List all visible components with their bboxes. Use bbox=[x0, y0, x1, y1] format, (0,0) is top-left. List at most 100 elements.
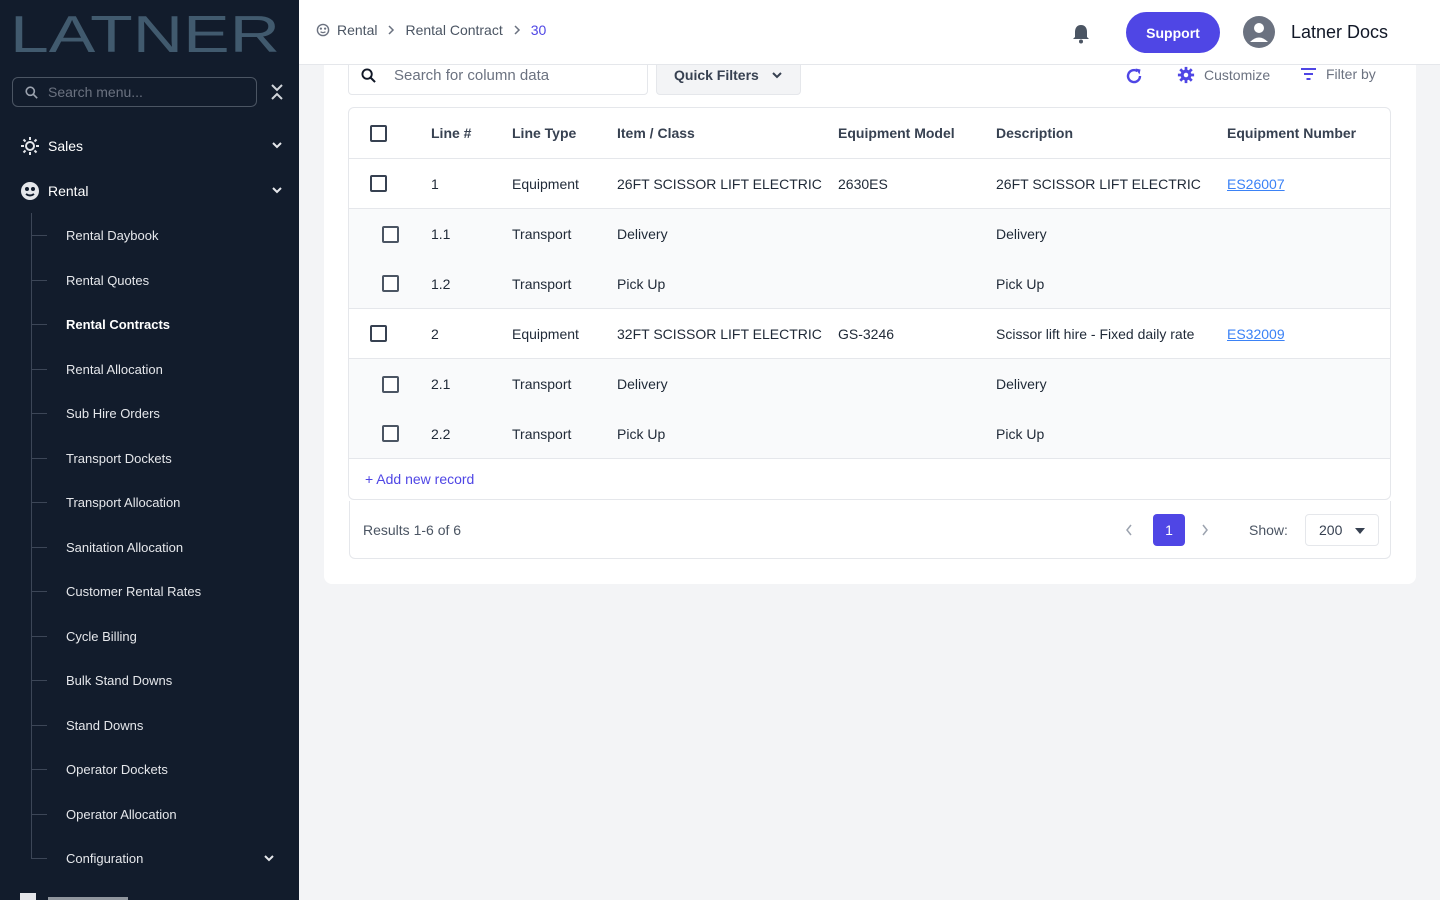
nav-item-rental-label: Rental bbox=[48, 183, 89, 199]
cell-line: 1.2 bbox=[431, 275, 451, 292]
collapse-sidebar-icon[interactable] bbox=[268, 82, 286, 102]
table-header-row: Line # Line Type Item / Class Equipment … bbox=[349, 108, 1390, 159]
sidebar-item-label: Stand Downs bbox=[66, 717, 144, 733]
search-icon bbox=[25, 85, 38, 99]
sidebar-item-rental-contracts[interactable]: Rental Contracts bbox=[31, 309, 281, 339]
sidebar-item-stand-downs[interactable]: Stand Downs bbox=[31, 710, 281, 740]
row-checkbox-cell bbox=[382, 209, 399, 259]
sidebar-item-label: Cycle Billing bbox=[66, 628, 137, 644]
select-all-cell bbox=[370, 108, 387, 158]
breadcrumb-rental-contract[interactable]: Rental Contract bbox=[405, 22, 502, 38]
sidebar-item-label: Operator Dockets bbox=[66, 761, 168, 777]
sidebar-item-cycle-billing[interactable]: Cycle Billing bbox=[31, 621, 281, 651]
cell-item-class: 26FT SCISSOR LIFT ELECTRIC bbox=[617, 175, 822, 192]
sidebar-item-label: Rental Daybook bbox=[66, 227, 159, 243]
cell-line-type: Equipment bbox=[512, 325, 579, 342]
sidebar-item-customer-rental-rates[interactable]: Customer Rental Rates bbox=[31, 576, 281, 606]
cell-description: 26FT SCISSOR LIFT ELECTRIC bbox=[996, 175, 1201, 192]
row-checkbox[interactable] bbox=[382, 225, 399, 243]
row-checkbox[interactable] bbox=[382, 425, 399, 442]
row-checkbox-cell bbox=[382, 409, 399, 458]
nav-item-sales-label: Sales bbox=[48, 138, 84, 154]
top-header: Rental Rental Contract 30 Support Latner… bbox=[299, 0, 1440, 65]
page-size-select[interactable]: 200 bbox=[1305, 514, 1379, 546]
row-checkbox-cell bbox=[370, 159, 387, 208]
results-count: Results 1-6 of 6 bbox=[363, 522, 462, 538]
col-header-line[interactable]: Line # bbox=[431, 108, 471, 158]
sidebar: LATNER Search menu... Sales Rental Renta… bbox=[0, 0, 299, 900]
cell-equipment-model: GS-3246 bbox=[838, 325, 895, 342]
sidebar-item-label: Rental Contracts bbox=[66, 316, 171, 332]
equipment-number-link[interactable]: ES26007 bbox=[1227, 176, 1285, 192]
gear-icon bbox=[1177, 66, 1195, 84]
user-name: Latner Docs bbox=[1291, 21, 1389, 42]
sidebar-item-rental-daybook[interactable]: Rental Daybook bbox=[31, 220, 281, 250]
cell-item-class: 32FT SCISSOR LIFT ELECTRIC bbox=[617, 325, 822, 342]
user-menu[interactable]: Latner Docs bbox=[1243, 16, 1388, 48]
search-icon bbox=[361, 67, 376, 83]
sidebar-item-sanitation-allocation[interactable]: Sanitation Allocation bbox=[31, 532, 281, 562]
cell-description: Delivery bbox=[996, 376, 1047, 392]
filter-icon bbox=[1301, 68, 1316, 80]
sidebar-item-sub-hire-orders[interactable]: Sub Hire Orders bbox=[31, 398, 281, 428]
customize-button[interactable]: Customize bbox=[1177, 66, 1270, 84]
filter-by-button[interactable]: Filter by bbox=[1300, 66, 1376, 82]
table-row[interactable]: 2.2 Transport Pick Up Pick Up bbox=[349, 409, 1390, 459]
sidebar-item-bulk-stand-downs[interactable]: Bulk Stand Downs bbox=[31, 665, 281, 695]
row-checkbox[interactable] bbox=[382, 375, 399, 393]
sidebar-item-operator-dockets[interactable]: Operator Dockets bbox=[31, 754, 281, 784]
add-new-record-button[interactable]: + Add new record bbox=[349, 459, 1390, 499]
sidebar-item-operator-allocation[interactable]: Operator Allocation bbox=[31, 799, 281, 829]
customize-label: Customize bbox=[1204, 67, 1271, 83]
page-button-current[interactable]: 1 bbox=[1153, 514, 1185, 546]
chevron-down-icon bbox=[272, 187, 282, 194]
table-row[interactable]: 2 Equipment 32FT SCISSOR LIFT ELECTRIC G… bbox=[349, 309, 1390, 359]
breadcrumb-current: 30 bbox=[530, 22, 547, 38]
sidebar-item-label: Sub Hire Orders bbox=[66, 405, 160, 421]
refresh-icon[interactable] bbox=[1124, 66, 1144, 86]
rental-icon bbox=[20, 181, 40, 201]
filter-by-label: Filter by bbox=[1326, 66, 1376, 82]
nav-item-rental[interactable]: Rental bbox=[0, 171, 299, 211]
sidebar-item-configuration[interactable]: Configuration bbox=[31, 843, 281, 873]
select-all-checkbox[interactable] bbox=[370, 124, 387, 142]
cell-description: Delivery bbox=[996, 226, 1047, 242]
table-search-placeholder: Search for column data bbox=[394, 66, 550, 84]
equipment-number-link[interactable]: ES32009 bbox=[1227, 326, 1285, 342]
row-checkbox[interactable] bbox=[370, 325, 387, 342]
sidebar-item-transport-allocation[interactable]: Transport Allocation bbox=[31, 487, 281, 517]
cell-description: Pick Up bbox=[996, 425, 1045, 442]
breadcrumb-rental[interactable]: Rental bbox=[337, 22, 377, 38]
nav-item-sales[interactable]: Sales bbox=[0, 126, 299, 166]
sidebar-item-rental-quotes[interactable]: Rental Quotes bbox=[31, 265, 281, 295]
table-row[interactable]: 1.1 Transport Delivery Delivery bbox=[349, 209, 1390, 259]
table-row[interactable]: 1.2 Transport Pick Up Pick Up bbox=[349, 259, 1390, 309]
row-checkbox[interactable] bbox=[370, 175, 387, 192]
cell-line-type: Transport bbox=[512, 376, 572, 392]
sidebar-item-transport-dockets[interactable]: Transport Dockets bbox=[31, 443, 281, 473]
pagination-bar: Results 1-6 of 6 1 Show: 200 bbox=[349, 501, 1391, 559]
sidebar-item-rental-allocation[interactable]: Rental Allocation bbox=[31, 354, 281, 384]
table-row[interactable]: 1 Equipment 26FT SCISSOR LIFT ELECTRIC 2… bbox=[349, 159, 1390, 209]
chevron-down-icon bbox=[771, 69, 783, 81]
quick-filters-label: Quick Filters bbox=[674, 67, 759, 83]
chevron-right-icon[interactable] bbox=[1201, 522, 1209, 538]
row-checkbox[interactable] bbox=[382, 275, 399, 292]
cell-equipment-model: 2630ES bbox=[838, 175, 888, 192]
sales-icon bbox=[20, 136, 40, 156]
chevron-left-icon[interactable] bbox=[1125, 522, 1133, 538]
col-header-equipment-model[interactable]: Equipment Model bbox=[838, 108, 955, 158]
bell-icon[interactable] bbox=[1072, 24, 1090, 44]
col-header-line-type[interactable]: Line Type bbox=[512, 108, 576, 158]
latner-logo[interactable]: LATNER bbox=[10, 8, 280, 58]
cell-line-type: Transport bbox=[512, 275, 572, 292]
menu-search-input[interactable]: Search menu... bbox=[12, 77, 257, 107]
col-header-equipment-number[interactable]: Equipment Number bbox=[1227, 108, 1356, 158]
col-header-description[interactable]: Description bbox=[996, 108, 1073, 158]
col-header-item-class[interactable]: Item / Class bbox=[617, 108, 695, 158]
sidebar-item-label: Sanitation Allocation bbox=[66, 539, 184, 555]
table-row[interactable]: 2.1 Transport Delivery Delivery bbox=[349, 359, 1390, 409]
chevron-down-icon bbox=[264, 855, 274, 862]
support-button[interactable]: Support bbox=[1126, 12, 1220, 53]
cell-item-class: Delivery bbox=[617, 376, 668, 392]
